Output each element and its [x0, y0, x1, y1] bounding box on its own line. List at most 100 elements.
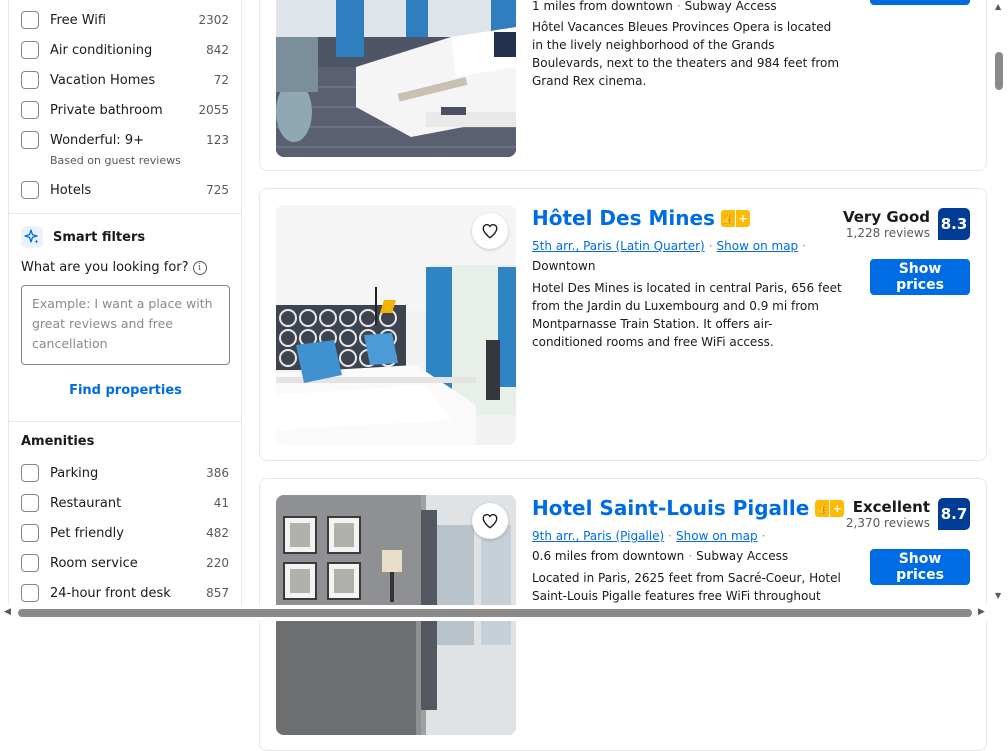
filter-checkbox[interactable] — [21, 11, 39, 29]
filter-label: Private bathroom — [50, 102, 163, 118]
favorite-heart-button[interactable] — [472, 503, 508, 539]
subway-access-text: Subway Access — [684, 0, 777, 13]
filter-checkbox[interactable] — [21, 554, 39, 572]
property-title[interactable]: Hôtel Des Mines 👍 + — [532, 206, 750, 230]
distance-text: Downtown — [532, 259, 596, 273]
filter-count: 2302 — [198, 13, 229, 27]
filter-label: Restaurant — [50, 495, 122, 511]
smart-filters-question-text: What are you looking for? — [21, 260, 189, 275]
filter-restaurant[interactable]: Restaurant 41 — [21, 492, 229, 514]
review-score[interactable]: Very Good 1,228 reviews 8.3 — [843, 208, 970, 240]
filter-label: Pet friendly — [50, 525, 124, 541]
show-prices-button[interactable]: Show prices — [870, 259, 970, 295]
filter-checkbox[interactable] — [21, 181, 39, 199]
section-divider — [9, 421, 241, 422]
filter-count: 220 — [206, 556, 229, 570]
property-name[interactable]: Hotel Saint-Louis Pigalle — [532, 496, 809, 520]
filter-label: Free Wifi — [50, 12, 107, 28]
scroll-right-arrow-icon[interactable]: ▶ — [978, 607, 985, 617]
property-photo[interactable] — [276, 205, 516, 445]
filter-wonderful-9[interactable]: Wonderful: 9+ 123 — [21, 129, 229, 151]
review-count: 2,370 reviews — [845, 516, 930, 530]
filter-checkbox[interactable] — [21, 584, 39, 602]
favorite-heart-button[interactable] — [472, 213, 508, 249]
property-photo[interactable] — [276, 0, 516, 157]
filter-sublabel: Based on guest reviews — [50, 154, 181, 167]
sparkle-icon — [21, 226, 43, 248]
property-description: Hotel Des Mines is located in central Pa… — [532, 281, 842, 349]
filter-label: Wonderful: 9+ — [50, 132, 144, 148]
filter-count: 386 — [206, 466, 229, 480]
smart-filters-title: Smart filters — [53, 229, 146, 245]
smart-filters-header: Smart filters — [21, 226, 145, 248]
filter-hotels[interactable]: Hotels 725 — [21, 179, 229, 201]
filter-checkbox[interactable] — [21, 524, 39, 542]
score-badge: 8.3 — [938, 208, 970, 240]
filter-count: 725 — [206, 183, 229, 197]
heart-icon — [482, 513, 498, 529]
vertical-scrollbar[interactable]: ▲ ▼ — [991, 0, 1008, 605]
distance-line: 0.6 miles from downtown · Subway Access — [532, 549, 789, 563]
filter-checkbox[interactable] — [21, 131, 39, 149]
smart-filters-input[interactable] — [21, 285, 230, 365]
filter-24-hour-front-desk[interactable]: 24-hour front desk 857 — [21, 582, 229, 604]
filter-checkbox[interactable] — [21, 71, 39, 89]
property-name[interactable]: Hôtel Des Mines — [532, 206, 715, 230]
filter-pet-friendly[interactable]: Pet friendly 482 — [21, 522, 229, 544]
hotel-room-photo — [276, 0, 516, 157]
filter-label: Room service — [50, 555, 138, 571]
thumbs-up-badge-icon: 👍 + — [720, 209, 750, 227]
filter-air-conditioning[interactable]: Air conditioning 842 — [21, 39, 229, 61]
filter-checkbox[interactable] — [21, 101, 39, 119]
filter-label: Hotels — [50, 182, 92, 198]
property-card: 1 miles from downtown · Subway Access Hôte… — [259, 0, 987, 171]
amenities-heading: Amenities — [21, 434, 95, 449]
scroll-left-arrow-icon[interactable]: ◀ — [4, 607, 11, 617]
horizontal-scroll-thumb[interactable] — [18, 609, 972, 617]
heart-icon — [482, 223, 498, 239]
location-line: 5th arr., Paris (Latin Quarter) · Show on … — [532, 239, 806, 253]
filter-free-wifi[interactable]: Free Wifi 2302 — [21, 9, 229, 31]
filter-checkbox[interactable] — [21, 494, 39, 512]
property-card: Hôtel Des Mines 👍 + 5th arr., Paris (Lati… — [259, 188, 987, 461]
filters-sidebar: Free Wifi 2302 Air conditioning 842 Vaca… — [8, 0, 242, 608]
subway-access-text: Subway Access — [696, 549, 789, 563]
filter-count: 482 — [206, 526, 229, 540]
filter-count: 41 — [213, 496, 229, 510]
filter-checkbox[interactable] — [21, 464, 39, 482]
filter-count: 2055 — [198, 103, 229, 117]
scroll-up-arrow-icon[interactable]: ▲ — [995, 2, 1001, 11]
score-word: Excellent — [852, 498, 930, 516]
section-divider — [9, 213, 241, 214]
filter-vacation-homes[interactable]: Vacation Homes 72 — [21, 69, 229, 91]
filter-count: 857 — [206, 586, 229, 600]
horizontal-scrollbar[interactable]: ◀ ▶ — [0, 605, 1008, 621]
filter-private-bathroom[interactable]: Private bathroom 2055 — [21, 99, 229, 121]
info-icon[interactable]: i — [192, 260, 207, 275]
location-line: 9th arr., Paris (Pigalle) · Show on map · — [532, 529, 766, 543]
filter-label: Parking — [50, 465, 99, 481]
property-description: Hôtel Vacances Bleues Provinces Opera is… — [532, 20, 840, 88]
show-prices-button[interactable] — [870, 0, 970, 5]
area-link[interactable]: 5th arr., Paris (Latin Quarter) — [532, 239, 705, 253]
find-properties-button[interactable]: Find properties — [21, 379, 230, 402]
show-on-map-link[interactable]: Show on map — [676, 529, 758, 543]
filter-count: 842 — [206, 43, 229, 57]
filter-parking[interactable]: Parking 386 — [21, 462, 229, 484]
vertical-scroll-thumb[interactable] — [995, 52, 1003, 90]
filter-checkbox[interactable] — [21, 41, 39, 59]
scroll-down-arrow-icon[interactable]: ▼ — [995, 591, 1001, 600]
distance-text: 0.6 miles from downtown — [532, 549, 685, 563]
filter-label: 24-hour front desk — [50, 585, 171, 601]
review-score[interactable]: Excellent 2,370 reviews 8.7 — [846, 498, 970, 530]
score-badge: 8.7 — [938, 498, 970, 530]
filter-count: 123 — [206, 133, 229, 147]
filter-count: 72 — [213, 73, 229, 87]
property-title[interactable]: Hotel Saint-Louis Pigalle 👍 + — [532, 496, 845, 520]
show-prices-button[interactable]: Show prices — [870, 549, 970, 585]
area-link[interactable]: 9th arr., Paris (Pigalle) — [532, 529, 664, 543]
show-on-map-link[interactable]: Show on map — [717, 239, 799, 253]
filter-room-service[interactable]: Room service 220 — [21, 552, 229, 574]
filter-label: Air conditioning — [50, 42, 153, 58]
distance-text: 1 miles from downtown — [532, 0, 673, 13]
